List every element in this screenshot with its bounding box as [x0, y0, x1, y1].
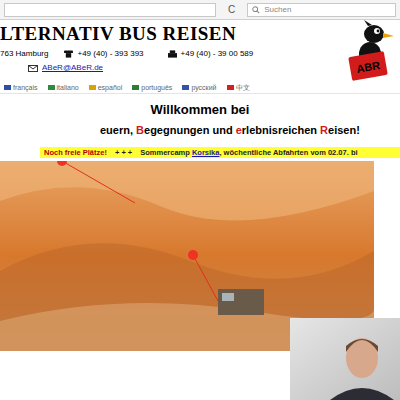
webcam-video — [290, 318, 400, 400]
site-header: LTERNATIV BUS REISEN 763 Hamburg +49 (40) … — [0, 20, 400, 82]
address: 763 Hamburg — [0, 48, 48, 60]
language-item[interactable]: español — [89, 83, 123, 92]
search-icon — [252, 6, 260, 14]
language-item[interactable]: 中文 — [227, 83, 250, 92]
language-item[interactable]: italiano — [48, 83, 79, 92]
site-title: LTERNATIV BUS REISEN — [0, 23, 253, 45]
fax: +49 (40) - 39 00 589 — [181, 48, 254, 60]
language-item[interactable]: français — [4, 83, 38, 92]
screen: C Suchen LTERNATIV BUS REISEN 763 Hamburg +4… — [0, 0, 400, 400]
flag-icon — [4, 85, 11, 90]
phone: +49 (40) - 393 393 — [77, 48, 143, 60]
fax-icon — [168, 50, 177, 58]
search-field[interactable]: Suchen — [247, 3, 396, 17]
flag-icon — [132, 85, 139, 90]
flag-icon — [227, 85, 234, 90]
flag-icon — [182, 85, 189, 90]
flag-icon — [48, 85, 55, 90]
welcome-line2: euern, Begegnungen und erlebnisreichen R… — [100, 123, 400, 137]
person-icon — [290, 318, 400, 400]
phone-icon — [64, 50, 73, 58]
language-item[interactable]: português — [132, 83, 172, 92]
address-bar[interactable] — [4, 3, 216, 17]
search-placeholder: Suchen — [264, 6, 291, 14]
welcome: Willkommen bei euern, Begegnungen und erl… — [0, 102, 400, 137]
email-link[interactable]: ABeR@ABeR.de — [42, 62, 103, 74]
news-banner: Noch freie Plätze!+ + +Sommercamp Korsik… — [40, 147, 400, 158]
flag-icon — [89, 85, 96, 90]
logo-icon: ABR — [344, 20, 396, 82]
svg-text:ABR: ABR — [355, 59, 381, 75]
welcome-line1: Willkommen bei — [0, 102, 400, 118]
browser-toolbar: C Suchen — [0, 0, 400, 20]
mail-icon — [28, 65, 38, 72]
language-item[interactable]: русский — [182, 83, 216, 92]
korsika-link[interactable]: Korsika — [192, 148, 220, 157]
language-row: français italiano español português русский 中… — [0, 83, 400, 94]
reload-button[interactable]: C — [224, 5, 239, 15]
contact-row: 763 Hamburg +49 (40) - 393 393 +49 (40) - … — [0, 48, 253, 60]
